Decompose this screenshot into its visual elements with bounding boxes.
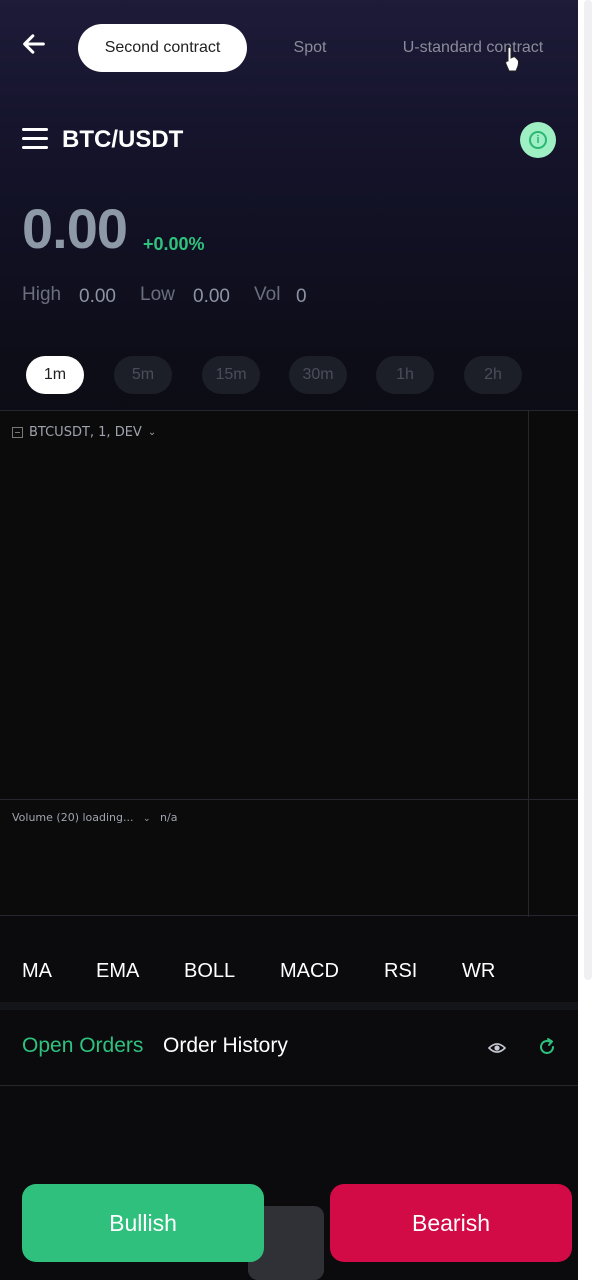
refresh-icon[interactable] bbox=[537, 1037, 557, 1057]
interval-30m[interactable]: 30m bbox=[289, 356, 347, 394]
pair-title: BTC/USDT bbox=[62, 126, 184, 153]
bullish-button[interactable]: Bullish bbox=[22, 1184, 264, 1262]
chart-legend-label: BTCUSDT, 1, DEV bbox=[29, 425, 142, 440]
price-chart[interactable]: BTCUSDT, 1, DEV ⌄ Volume (20) loading...… bbox=[0, 410, 578, 917]
arrow-left-icon bbox=[23, 34, 45, 54]
back-button[interactable] bbox=[20, 30, 50, 62]
info-icon: i bbox=[529, 131, 547, 149]
volume-legend-label: Volume (20) loading... bbox=[12, 811, 134, 824]
page-scrollbar[interactable] bbox=[580, 0, 608, 1280]
interval-1m[interactable]: 1m bbox=[26, 356, 84, 394]
collapse-icon[interactable] bbox=[12, 427, 23, 438]
current-price: 0.00 bbox=[22, 197, 128, 260]
chart-legend[interactable]: BTCUSDT, 1, DEV ⌄ bbox=[12, 425, 156, 440]
trading-app: Second contract Spot U-standard contract… bbox=[0, 0, 578, 1280]
tab-open-orders[interactable]: Open Orders bbox=[22, 1034, 143, 1058]
volume-legend: Volume (20) loading... ⌄ n/a bbox=[12, 811, 177, 824]
vol-label: Vol bbox=[254, 284, 281, 305]
hamburger-icon[interactable] bbox=[22, 128, 48, 152]
high-value: 0.00 bbox=[79, 286, 116, 307]
chevron-down-icon[interactable]: ⌄ bbox=[148, 427, 156, 438]
indicator-ma[interactable]: MA bbox=[22, 960, 52, 983]
section-divider bbox=[0, 1002, 578, 1010]
eye-icon[interactable] bbox=[488, 1040, 506, 1056]
price-change: +0.00% bbox=[143, 234, 205, 254]
low-label: Low bbox=[140, 284, 175, 305]
high-label: High bbox=[22, 284, 62, 305]
chevron-down-icon[interactable]: ⌄ bbox=[143, 814, 151, 824]
interval-15m[interactable]: 15m bbox=[202, 356, 260, 394]
interval-1h[interactable]: 1h bbox=[376, 356, 434, 394]
bearish-button[interactable]: Bearish bbox=[330, 1184, 572, 1262]
tab-spot[interactable]: Spot bbox=[278, 24, 342, 72]
vol-value: 0 bbox=[296, 286, 307, 307]
volume-value: n/a bbox=[160, 811, 178, 824]
indicator-wr[interactable]: WR bbox=[462, 960, 495, 983]
scrollbar-thumb[interactable] bbox=[584, 0, 592, 980]
tab-second-contract[interactable]: Second contract bbox=[78, 24, 247, 72]
indicator-ema[interactable]: EMA bbox=[96, 960, 139, 983]
orders-divider bbox=[0, 1085, 578, 1086]
low-value: 0.00 bbox=[193, 286, 230, 307]
interval-2h[interactable]: 2h bbox=[464, 356, 522, 394]
chart-volume-divider bbox=[0, 799, 578, 800]
indicator-macd[interactable]: MACD bbox=[280, 960, 339, 983]
tab-u-standard-contract[interactable]: U-standard contract bbox=[388, 24, 558, 72]
indicator-boll[interactable]: BOLL bbox=[184, 960, 235, 983]
hand-cursor-icon bbox=[505, 46, 519, 72]
info-button[interactable]: i bbox=[520, 122, 556, 158]
indicator-rsi[interactable]: RSI bbox=[384, 960, 417, 983]
tab-order-history[interactable]: Order History bbox=[163, 1034, 288, 1058]
chart-price-axis-divider bbox=[528, 411, 529, 917]
interval-5m[interactable]: 5m bbox=[114, 356, 172, 394]
